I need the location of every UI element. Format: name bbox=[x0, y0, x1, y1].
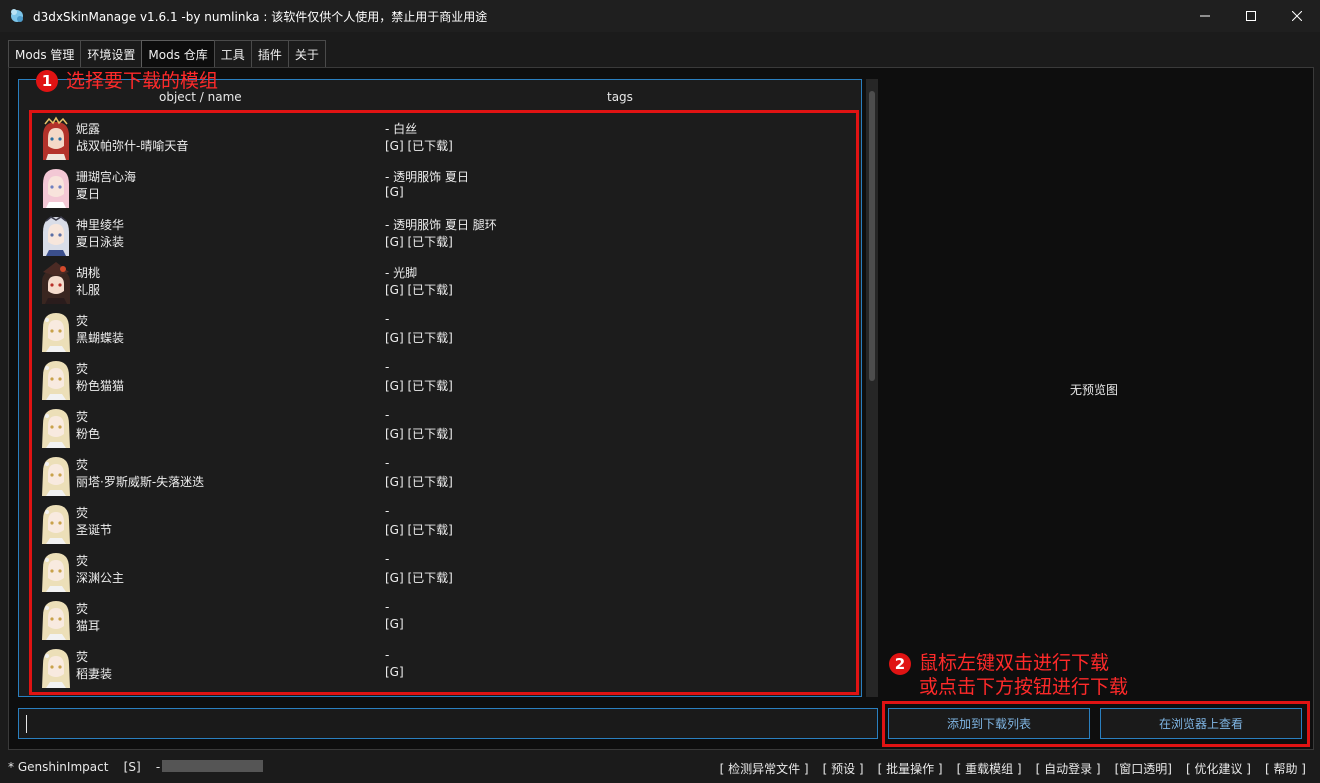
annotation-badge-2: 2 bbox=[889, 653, 911, 675]
window-controls bbox=[1182, 0, 1320, 32]
status-separator: - bbox=[155, 760, 161, 774]
close-icon bbox=[1292, 11, 1302, 21]
annotation-text-2b: 或点击下方按钮进行下载 bbox=[919, 676, 1129, 698]
annotation-box-buttons bbox=[882, 701, 1310, 747]
close-button[interactable] bbox=[1274, 0, 1320, 32]
column-header-tags[interactable]: tags bbox=[607, 90, 633, 104]
tab-plugins[interactable]: 插件 bbox=[250, 40, 289, 67]
status-link[interactable]: [ 优化建议 ] bbox=[1186, 760, 1251, 777]
search-input[interactable] bbox=[18, 708, 878, 739]
status-game: * GenshinImpact [S] - bbox=[8, 760, 160, 774]
minimize-icon bbox=[1200, 15, 1210, 17]
maximize-icon bbox=[1246, 11, 1256, 21]
tab-mods-manage[interactable]: Mods 管理 bbox=[8, 40, 82, 67]
scrollbar-thumb[interactable] bbox=[869, 91, 875, 381]
tab-bar: Mods 管理 环境设置 Mods 仓库 工具 插件 关于 bbox=[8, 40, 326, 68]
status-link[interactable]: [ 预设 ] bbox=[823, 760, 864, 777]
status-mode: [S] bbox=[123, 760, 141, 774]
status-link[interactable]: [ 检测异常文件 ] bbox=[720, 760, 809, 777]
status-game-name: * GenshinImpact bbox=[8, 760, 109, 774]
annotation-box-list bbox=[29, 110, 859, 695]
status-link[interactable]: [ 帮助 ] bbox=[1265, 760, 1306, 777]
minimize-button[interactable] bbox=[1182, 0, 1228, 32]
tab-tools[interactable]: 工具 bbox=[213, 40, 252, 67]
title-bar: d3dxSkinManage v1.6.1 -by numlinka : 该软件… bbox=[0, 0, 1320, 32]
tab-mods-warehouse[interactable]: Mods 仓库 bbox=[141, 40, 215, 68]
tab-about[interactable]: 关于 bbox=[287, 40, 326, 67]
status-bar: * GenshinImpact [S] - [ 检测异常文件 ][ 预设 ][ … bbox=[0, 754, 1320, 783]
preview-placeholder: 无预览图 bbox=[1070, 383, 1119, 397]
window-title: d3dxSkinManage v1.6.1 -by numlinka : 该软件… bbox=[33, 9, 488, 24]
maximize-button[interactable] bbox=[1228, 0, 1274, 32]
status-link[interactable]: [ 批量操作 ] bbox=[878, 760, 943, 777]
status-link[interactable]: [ 自动登录 ] bbox=[1036, 760, 1101, 777]
status-link[interactable]: [ 重载模组 ] bbox=[957, 760, 1022, 777]
tab-env-settings[interactable]: 环境设置 bbox=[80, 40, 143, 67]
status-links: [ 检测异常文件 ] [ 预设 ] [ 批量操作 ] [ 重载模组 ] [ 自动登录 ]… bbox=[706, 760, 1306, 777]
annotation-badge-1: 1 bbox=[36, 70, 58, 92]
annotation-text-2a: 鼠标左键双击进行下载 bbox=[919, 652, 1110, 674]
annotation-text-1: 选择要下载的模组 bbox=[66, 70, 219, 92]
app-icon bbox=[9, 8, 25, 24]
status-progress-block bbox=[162, 760, 263, 772]
status-link[interactable]: [窗口透明] bbox=[1115, 760, 1172, 777]
text-caret bbox=[26, 715, 27, 733]
column-header-name[interactable]: object / name bbox=[159, 90, 242, 104]
list-scrollbar[interactable] bbox=[866, 79, 878, 697]
